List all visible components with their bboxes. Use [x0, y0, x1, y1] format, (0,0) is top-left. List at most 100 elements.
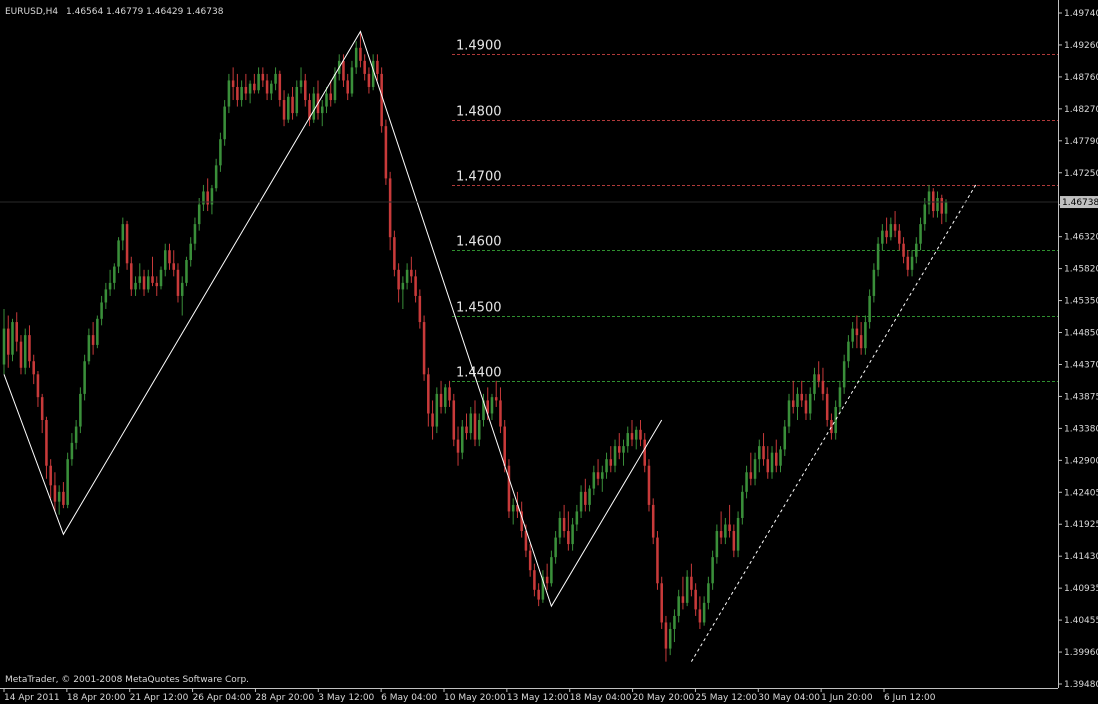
candle-body-54	[231, 80, 235, 87]
candle-body-38	[163, 250, 167, 270]
candle-body-188	[800, 393, 804, 401]
candle-body-194	[825, 393, 829, 421]
candle-body-187	[796, 393, 799, 407]
candle-body-144	[613, 446, 617, 466]
candle-body-0	[2, 328, 6, 365]
candle-body-36	[155, 282, 159, 287]
x-tick-label-1: 18 Apr 20:00	[67, 693, 126, 703]
candle-body-130	[554, 537, 557, 558]
candle-body-161	[685, 576, 689, 603]
x-tick-label-14: 6 Jun 12:00	[884, 693, 936, 703]
candle-body-37	[159, 269, 163, 287]
candle-body-191	[813, 374, 816, 394]
candle-body-174	[741, 491, 744, 518]
candle-body-7	[32, 361, 35, 375]
candle-body-143	[609, 459, 613, 466]
candle-body-105	[448, 387, 451, 401]
current-price-value: 1.46738	[1062, 198, 1098, 208]
candle-body-61	[261, 73, 265, 81]
candle-body-123	[524, 531, 528, 551]
y-tick-label-2: 1.48760	[1064, 73, 1098, 83]
x-tick-label-6: 6 May 04:00	[381, 693, 437, 703]
candle-body-98	[418, 295, 422, 323]
candle-body-65	[278, 73, 282, 101]
candle-body-200	[851, 328, 854, 342]
candle-body-176	[749, 472, 753, 479]
candle-body-34	[146, 276, 150, 290]
candle-body-10	[45, 420, 48, 466]
candle-body-85	[363, 60, 366, 74]
candle-body-179	[762, 446, 765, 460]
candle-body-1	[6, 328, 10, 355]
candle-body-155	[660, 583, 663, 623]
price-chart[interactable]: 1.4900 1.4800 1.4700 1.4600 1.4500 1.4400 1.4…	[0, 0, 1098, 704]
candle-body-132	[562, 517, 566, 532]
candle-body-208	[885, 230, 888, 238]
candle-body-115	[490, 397, 494, 414]
y-tick-label-17: 1.41430	[1064, 552, 1098, 562]
candle-body-173	[736, 517, 740, 551]
candle-body-103	[439, 393, 443, 407]
candle-body-19	[83, 361, 86, 394]
x-tick-label-11: 25 May 12:00	[695, 693, 757, 703]
candle-body-83	[354, 47, 358, 68]
candle-body-26	[113, 266, 116, 283]
candle-body-99	[422, 322, 426, 375]
candle-body-158	[673, 615, 676, 629]
y-tick-label-8: 1.45820	[1064, 265, 1098, 275]
copyright-notice: MetaTrader, © 2001-2008 MetaQuotes Softw…	[5, 675, 249, 685]
candle-body-211	[898, 230, 901, 244]
candle-body-18	[79, 393, 82, 427]
candle-body-4	[19, 341, 23, 368]
candle-body-159	[677, 596, 680, 616]
candle-body-221	[940, 197, 944, 214]
candle-body-195	[830, 420, 833, 434]
candle-body-149	[634, 429, 638, 440]
candle-body-35	[151, 276, 154, 283]
candle-body-102	[435, 393, 439, 427]
x-tick-label-5: 3 May 12:00	[318, 693, 374, 703]
level-label-4: 1.4500	[456, 301, 502, 316]
candle-body-186	[791, 400, 795, 407]
candle-body-170	[724, 524, 727, 538]
candle-body-168	[715, 531, 719, 558]
candle-body-164	[698, 609, 702, 623]
candle-body-25	[108, 282, 112, 290]
candle-body-67	[287, 96, 290, 120]
y-tick-label-11: 1.44370	[1064, 360, 1098, 370]
y-tick-label-4: 1.47790	[1064, 137, 1098, 147]
candle-body-53	[227, 80, 231, 107]
candle-body-167	[711, 557, 714, 584]
y-tick-label-14: 1.42900	[1064, 456, 1098, 466]
candle-body-22	[96, 318, 99, 345]
candle-body-15	[66, 459, 69, 505]
candle-body-147	[626, 433, 630, 447]
candle-body-153	[651, 504, 655, 538]
y-tick-label-20: 1.39960	[1064, 648, 1098, 658]
candle-body-81	[346, 80, 349, 94]
level-label-3: 1.4600	[456, 235, 502, 250]
candle-body-210	[893, 224, 897, 231]
y-tick-label-13: 1.43380	[1064, 424, 1098, 434]
candle-body-185	[787, 400, 791, 427]
candle-body-43	[185, 260, 188, 283]
y-tick-label-5: 1.47250	[1064, 169, 1098, 179]
candle-body-73	[312, 93, 316, 120]
y-tick-label-15: 1.42405	[1064, 488, 1098, 498]
candle-body-17	[74, 426, 78, 443]
candle-body-131	[558, 517, 562, 538]
candle-body-23	[100, 302, 103, 319]
candle-body-39	[168, 250, 171, 264]
candle-body-5	[23, 335, 27, 368]
y-tick-label-19: 1.40455	[1064, 616, 1098, 626]
y-tick-label-1: 1.49260	[1064, 41, 1098, 51]
candle-body-76	[325, 93, 328, 107]
candle-body-138	[588, 488, 591, 505]
candle-body-222	[944, 201, 948, 214]
candle-body-100	[427, 374, 430, 414]
candle-body-125	[533, 570, 536, 590]
candle-body-217	[923, 204, 927, 225]
candle-body-196	[834, 406, 837, 434]
candle-body-57	[244, 86, 248, 94]
candle-body-116	[494, 397, 498, 401]
